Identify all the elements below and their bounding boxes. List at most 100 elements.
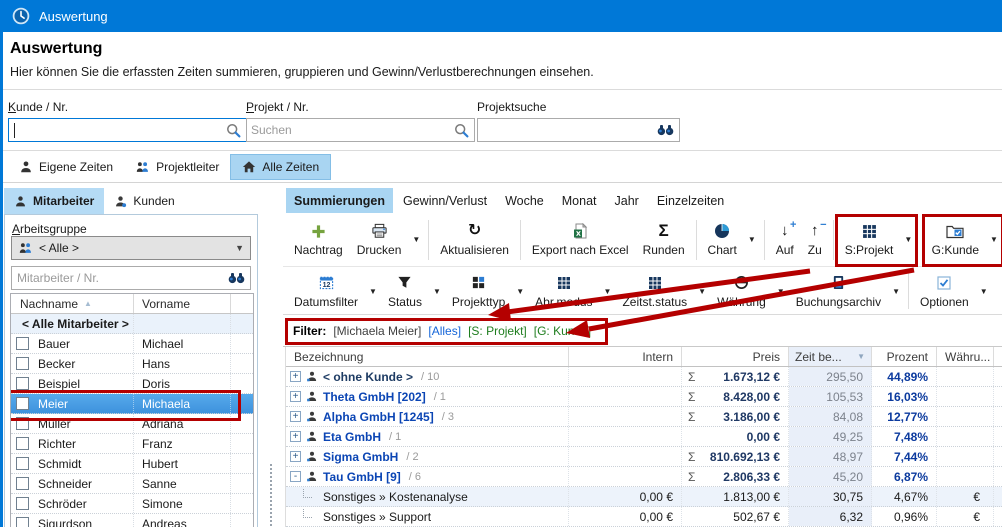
tab-jahr[interactable]: Jahr xyxy=(607,188,647,213)
row-checkbox[interactable] xyxy=(16,457,29,470)
binoculars-icon[interactable] xyxy=(228,272,245,284)
s-projekt-button[interactable]: S:Projekt xyxy=(838,217,901,263)
column-header-waehrung[interactable]: Währu... xyxy=(937,347,994,366)
table-row[interactable]: +Sigma GmbH/ 2 Σ810.692,13 € 48,97 7,44% xyxy=(286,447,1002,467)
toolbar-separator xyxy=(833,220,834,260)
expand-icon[interactable]: + xyxy=(290,371,301,382)
collapse-icon[interactable]: - xyxy=(290,471,301,482)
row-checkbox[interactable] xyxy=(16,397,29,410)
toolbar-separator xyxy=(908,273,909,309)
auf-button[interactable]: ↓+ Auf xyxy=(769,217,801,263)
folder-check-icon xyxy=(946,222,964,240)
table-row[interactable]: Schmidt Hubert xyxy=(11,454,253,474)
column-header-intern[interactable]: Intern xyxy=(569,347,682,366)
tab-eigene-zeiten[interactable]: Eigene Zeiten xyxy=(8,154,124,180)
chart-dropdown-arrow[interactable]: ▼ xyxy=(744,235,760,244)
column-header-nachname[interactable]: Nachname ▲ xyxy=(11,294,134,313)
arbeitsgruppe-select[interactable]: < Alle > ▼ xyxy=(11,236,251,260)
tab-alle-zeiten[interactable]: Alle Zeiten xyxy=(230,154,331,180)
search-icon[interactable] xyxy=(226,123,241,138)
drucken-dropdown-arrow[interactable]: ▼ xyxy=(408,235,424,244)
projekttyp-dropdown-arrow[interactable]: ▼ xyxy=(512,287,528,296)
status-button[interactable]: Status xyxy=(381,270,429,312)
drucken-group: Drucken ▼ xyxy=(350,217,425,263)
table-row[interactable]: Bauer Michael xyxy=(11,334,253,354)
tab-summierungen[interactable]: Summierungen xyxy=(286,188,393,213)
aktualisieren-button[interactable]: ↻ Aktualisieren xyxy=(433,217,516,263)
tab-projektleiter[interactable]: Projektleiter xyxy=(124,154,230,180)
g-kunde-button[interactable]: G:Kunde xyxy=(925,217,986,263)
tab-einzelzeiten[interactable]: Einzelzeiten xyxy=(649,188,732,213)
table-row[interactable]: Richter Franz xyxy=(11,434,253,454)
table-row[interactable]: Sigurdson Andreas xyxy=(11,514,253,527)
status-dropdown-arrow[interactable]: ▼ xyxy=(429,287,445,296)
search-icon[interactable] xyxy=(454,123,469,138)
row-checkbox[interactable] xyxy=(16,437,29,450)
table-row[interactable]: Müller Adriana xyxy=(11,414,253,434)
projektsuche-input[interactable] xyxy=(478,120,657,140)
table-row[interactable]: +Alpha GmbH [1245]/ 3 Σ3.186,00 € 84,08 … xyxy=(286,407,1002,427)
datumsfilter-dropdown-arrow[interactable]: ▼ xyxy=(365,287,381,296)
zeitst-status-button[interactable]: Zeitst.status xyxy=(615,270,694,312)
datumsfilter-button[interactable]: 12 Datumsfilter xyxy=(287,270,365,312)
tab-woche[interactable]: Woche xyxy=(497,188,552,213)
mitarbeiter-search-input[interactable] xyxy=(12,271,228,285)
row-checkbox[interactable] xyxy=(16,357,29,370)
row-checkbox[interactable] xyxy=(16,337,29,350)
expand-icon[interactable]: + xyxy=(290,451,301,462)
waehrung-button[interactable]: Währung xyxy=(710,270,773,312)
table-row[interactable]: +Eta GmbH/ 1 0,00 € 49,25 7,48% xyxy=(286,427,1002,447)
list-item-alle-mitarbeiter[interactable]: < Alle Mitarbeiter > xyxy=(11,314,253,334)
row-checkbox[interactable] xyxy=(16,377,29,390)
projekttyp-button[interactable]: Projekttyp xyxy=(445,270,512,312)
tab-kunden[interactable]: Kunden xyxy=(104,188,184,214)
chart-button[interactable]: Chart xyxy=(701,217,744,263)
row-checkbox[interactable] xyxy=(16,417,29,430)
projekt-input-wrap xyxy=(246,118,475,142)
runden-button[interactable]: Σ Runden xyxy=(636,217,692,263)
g-kunde-dropdown-arrow[interactable]: ▼ xyxy=(986,235,1002,244)
export-excel-button[interactable]: Export nach Excel xyxy=(525,217,636,263)
team-icon xyxy=(135,160,150,174)
column-header-vorname[interactable]: Vorname xyxy=(134,294,231,313)
table-row[interactable]: Schneider Sanne xyxy=(11,474,253,494)
table-row[interactable]: Sonstiges » Kostenanalyse 0,00 € 1.813,0… xyxy=(286,487,1002,507)
column-header-prozent[interactable]: Prozent xyxy=(872,347,937,366)
table-row-selected[interactable]: Meier Michaela xyxy=(11,394,253,414)
drucken-button[interactable]: Drucken xyxy=(350,217,409,263)
column-header-bezeichnung[interactable]: Bezeichnung xyxy=(286,347,569,366)
table-row[interactable]: Becker Hans xyxy=(11,354,253,374)
expand-icon[interactable]: + xyxy=(290,391,301,402)
waehrung-dropdown-arrow[interactable]: ▼ xyxy=(773,287,789,296)
column-header-zeit[interactable]: Zeit be...▼ xyxy=(789,347,872,366)
expand-icon[interactable]: + xyxy=(290,411,301,422)
buchungsarchiv-dropdown-arrow[interactable]: ▼ xyxy=(888,287,904,296)
table-row[interactable]: +< ohne Kunde >/ 10 Σ1.673,12 € 295,50 4… xyxy=(286,367,1002,387)
row-checkbox[interactable] xyxy=(16,497,29,510)
tab-gewinn-verlust[interactable]: Gewinn/Verlust xyxy=(395,188,495,213)
table-row[interactable]: Schröder Simone xyxy=(11,494,253,514)
s-projekt-dropdown-arrow[interactable]: ▼ xyxy=(900,235,916,244)
row-checkbox[interactable] xyxy=(16,477,29,490)
zu-button[interactable]: ↑− Zu xyxy=(801,217,829,263)
tab-mitarbeiter[interactable]: Mitarbeiter xyxy=(4,188,104,214)
table-row[interactable]: -Tau GmbH [9]/ 6 Σ2.806,33 € 45,20 6,87% xyxy=(286,467,1002,487)
abr-modus-dropdown-arrow[interactable]: ▼ xyxy=(600,287,616,296)
nachtrag-button[interactable]: Nachtrag xyxy=(287,217,350,263)
optionen-button[interactable]: Optionen xyxy=(913,270,976,312)
table-row[interactable]: +Theta GmbH [202]/ 1 Σ8.428,00 € 105,53 … xyxy=(286,387,1002,407)
binoculars-icon[interactable] xyxy=(657,124,674,136)
column-header-preis[interactable]: Preis xyxy=(682,347,789,366)
table-row[interactable]: Sonstiges » Support 0,00 € 502,67 € 6,32… xyxy=(286,507,1002,527)
buchungsarchiv-button[interactable]: Buchungsarchiv xyxy=(789,270,888,312)
kunde-input[interactable] xyxy=(9,120,226,140)
tab-monat[interactable]: Monat xyxy=(554,188,605,213)
abr-modus-button[interactable]: Abr.modus xyxy=(528,270,599,312)
expand-icon[interactable]: + xyxy=(290,431,301,442)
optionen-dropdown-arrow[interactable]: ▼ xyxy=(976,287,992,296)
row-checkbox[interactable] xyxy=(16,517,29,527)
panel-splitter[interactable] xyxy=(270,464,274,526)
zeitst-status-dropdown-arrow[interactable]: ▼ xyxy=(694,287,710,296)
projekt-input[interactable] xyxy=(247,120,454,140)
table-row[interactable]: Beispiel Doris xyxy=(11,374,253,394)
